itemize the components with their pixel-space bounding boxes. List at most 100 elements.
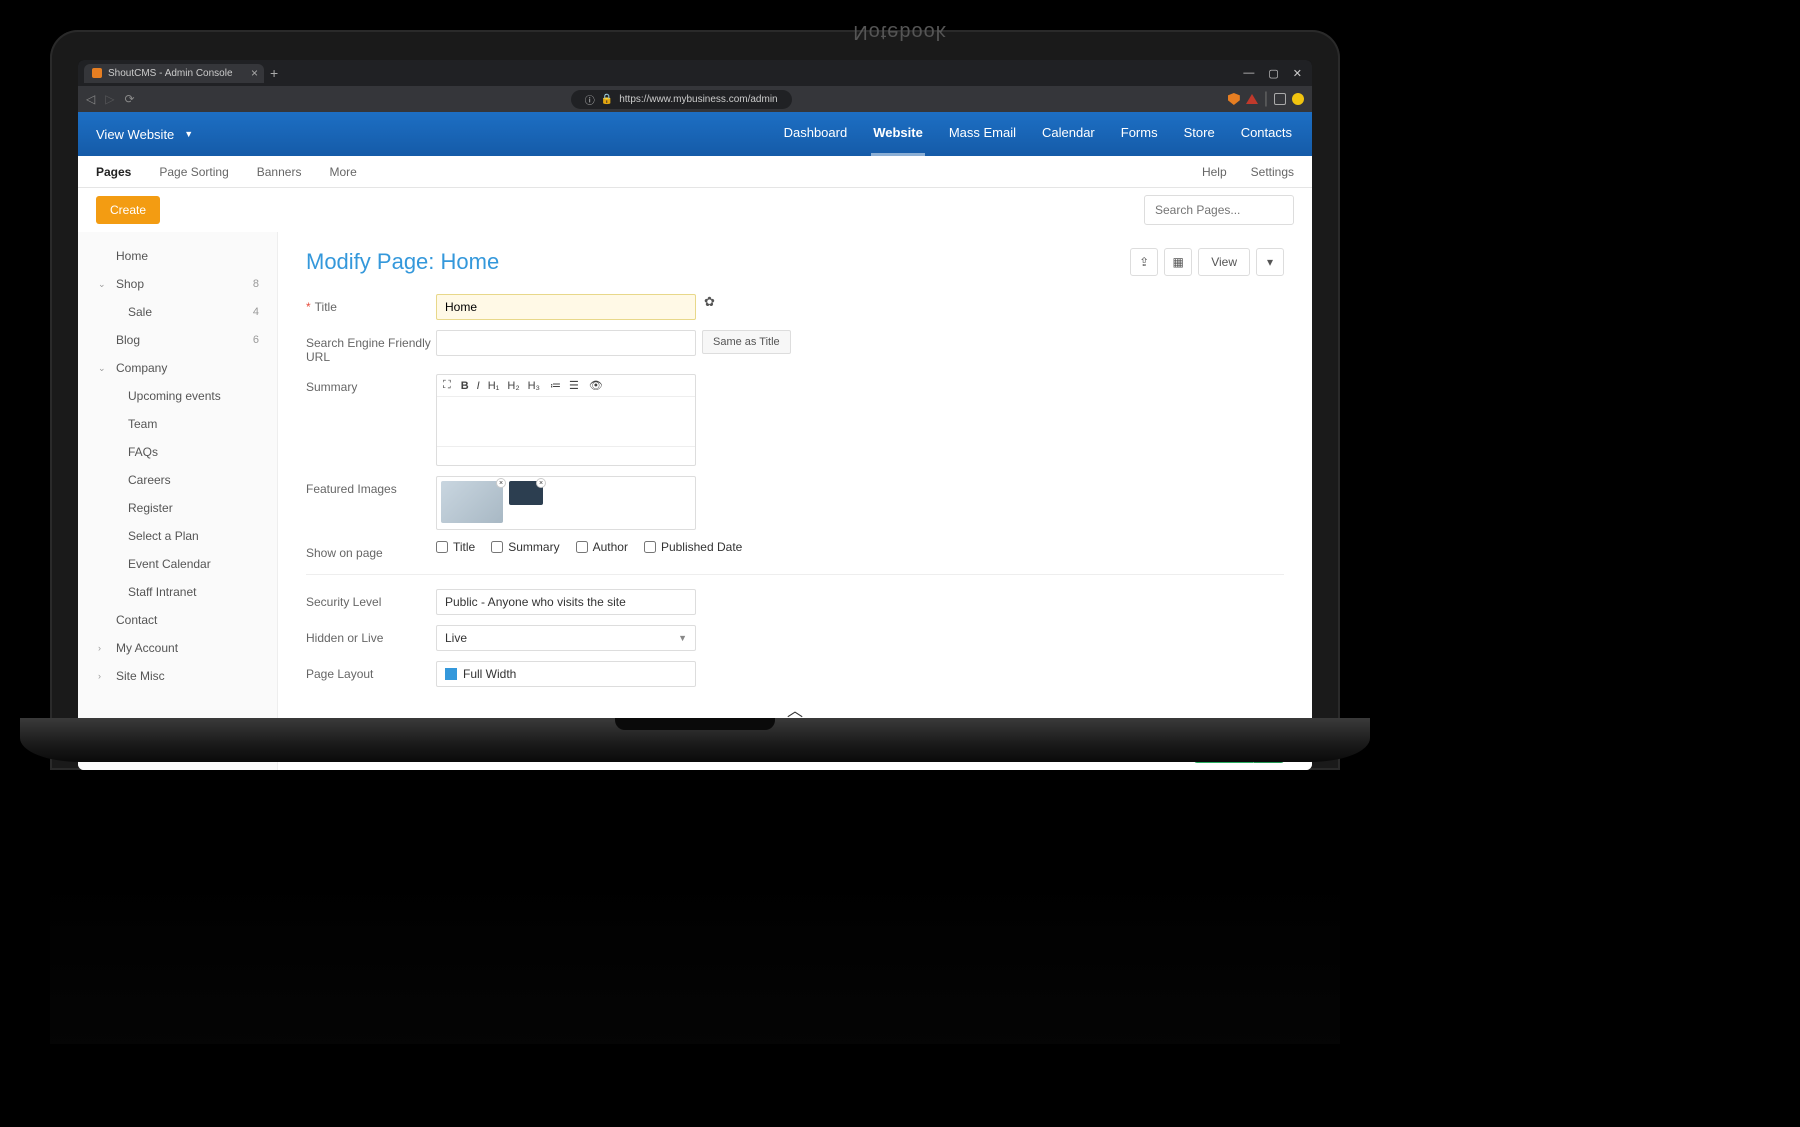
sidebar-item-staff-intranet[interactable]: Staff Intranet (78, 578, 277, 606)
nav-website[interactable]: Website (871, 112, 925, 156)
shield-icon[interactable] (1228, 93, 1240, 105)
editor-textarea[interactable] (437, 397, 695, 447)
layout-swatch-icon (445, 668, 457, 680)
sidebar-item-careers[interactable]: Careers (78, 466, 277, 494)
checkbox-summary[interactable]: Summary (491, 540, 559, 554)
main-content: Modify Page: Home ⇪ ▦ View ▾ *Title ✿ Se… (278, 232, 1312, 770)
address-bar: ◁ ▷ ⟳ ⓘ 🔒 https://www.mybusiness.com/adm… (78, 86, 1312, 112)
sidebar-item-my-account[interactable]: ›My Account (78, 634, 277, 662)
sidebar-item-sale[interactable]: Sale4 (78, 298, 277, 326)
sidebar-item-site-misc[interactable]: ›Site Misc (78, 662, 277, 690)
remove-image-icon[interactable]: × (536, 478, 546, 488)
page-toolbar: Create (78, 188, 1312, 232)
title-input[interactable] (436, 294, 696, 320)
page-title: Modify Page: Home (306, 249, 499, 275)
ul-icon[interactable]: ≔ (550, 379, 561, 392)
expand-icon[interactable]: ⌄ (98, 279, 106, 290)
sidebar-item-register[interactable]: Register (78, 494, 277, 522)
gear-icon[interactable]: ✿ (704, 294, 715, 310)
featured-images-field[interactable]: × × (436, 476, 696, 530)
schedule-button[interactable]: ▦ (1164, 248, 1192, 276)
sidebar-item-team[interactable]: Team (78, 410, 277, 438)
new-tab-button[interactable]: + (270, 65, 278, 81)
chevron-down-icon: ▼ (678, 633, 687, 643)
h3-icon[interactable]: H₃ (528, 380, 540, 392)
view-button[interactable]: View (1198, 248, 1250, 276)
nav-contacts[interactable]: Contacts (1239, 112, 1294, 156)
ol-icon[interactable]: ☰ (569, 379, 579, 392)
url-input[interactable] (436, 330, 696, 356)
sidebar-item-event-calendar[interactable]: Event Calendar (78, 550, 277, 578)
nav-store[interactable]: Store (1182, 112, 1217, 156)
fullscreen-icon[interactable]: ⛶ (443, 379, 451, 392)
extension-icon[interactable] (1246, 94, 1258, 104)
forward-icon[interactable]: ▷ (105, 92, 114, 106)
close-icon[interactable]: × (251, 66, 258, 80)
nav-mass-email[interactable]: Mass Email (947, 112, 1018, 156)
maximize-icon[interactable]: ▢ (1268, 67, 1278, 80)
expand-icon[interactable]: ⌄ (98, 363, 106, 374)
sidebar-item-home[interactable]: Home (78, 242, 277, 270)
sidebar-item-contact[interactable]: Contact (78, 606, 277, 634)
italic-icon[interactable]: I (477, 380, 480, 392)
subtab-page-sorting[interactable]: Page Sorting (159, 165, 228, 179)
top-navbar: View Website ▼ Dashboard Website Mass Emai… (78, 112, 1312, 156)
profile-icon[interactable] (1292, 93, 1304, 105)
sidebar-item-company[interactable]: ⌄Company (78, 354, 277, 382)
info-icon: ⓘ (585, 92, 595, 107)
search-input[interactable] (1144, 195, 1294, 225)
count-badge: 8 (253, 278, 259, 290)
sidebar-item-upcoming-events[interactable]: Upcoming events (78, 382, 277, 410)
layout-select[interactable]: Full Width (436, 661, 696, 687)
checkbox-published-date[interactable]: Published Date (644, 540, 742, 554)
bold-icon[interactable]: B (461, 380, 469, 392)
browser-tab[interactable]: ShoutCMS - Admin Console × (84, 64, 264, 83)
checkbox-author[interactable]: Author (576, 540, 628, 554)
lock-icon: 🔒 (601, 94, 613, 105)
preview-icon[interactable]: 👁 (589, 379, 603, 392)
expand-icon[interactable]: › (98, 671, 101, 681)
security-select[interactable]: Public - Anyone who visits the site (436, 589, 696, 615)
sidebar-item-select-a-plan[interactable]: Select a Plan (78, 522, 277, 550)
sub-navbar: Pages Page Sorting Banners More Help Setting… (78, 156, 1312, 188)
camera-icon[interactable] (1274, 93, 1286, 105)
sidebar-item-blog[interactable]: Blog6 (78, 326, 277, 354)
create-button[interactable]: Create (96, 196, 160, 224)
subtab-more[interactable]: More (329, 165, 356, 179)
h2-icon[interactable]: H₂ (507, 380, 519, 392)
nav-dashboard[interactable]: Dashboard (782, 112, 850, 156)
browser-tab-strip: ShoutCMS - Admin Console × + — ▢ ✕ (78, 60, 1312, 86)
image-thumbnail[interactable]: × (441, 481, 503, 523)
subtab-pages[interactable]: Pages (96, 165, 131, 179)
count-badge: 4 (253, 306, 259, 318)
sidebar-item-faqs[interactable]: FAQs (78, 438, 277, 466)
close-window-icon[interactable]: ✕ (1293, 67, 1302, 80)
page-tree-sidebar: Home⌄Shop8Sale4Blog6⌄CompanyUpcoming eve… (78, 232, 278, 770)
view-website-menu[interactable]: View Website ▼ (96, 127, 193, 142)
checkbox-title[interactable]: Title (436, 540, 475, 554)
sidebar-item-shop[interactable]: ⌄Shop8 (78, 270, 277, 298)
window-controls: — ▢ ✕ (1243, 67, 1312, 80)
remove-image-icon[interactable]: × (496, 478, 506, 488)
summary-editor[interactable]: ⛶ B I H₁ H₂ H₃ ≔ ☰ 👁 (436, 374, 696, 466)
h1-icon[interactable]: H₁ (488, 380, 500, 392)
url-field[interactable]: ⓘ 🔒 https://www.mybusiness.com/admin (571, 90, 792, 109)
favicon-icon (92, 68, 102, 78)
link-help[interactable]: Help (1202, 165, 1227, 179)
share-button[interactable]: ⇪ (1130, 248, 1158, 276)
same-as-title-button[interactable]: Same as Title (702, 330, 791, 354)
nav-forms[interactable]: Forms (1119, 112, 1160, 156)
expand-icon[interactable]: › (98, 643, 101, 653)
subtab-banners[interactable]: Banners (257, 165, 302, 179)
count-badge: 6 (253, 334, 259, 346)
hidden-live-select[interactable]: Live▼ (436, 625, 696, 651)
reload-icon[interactable]: ⟳ (124, 92, 134, 106)
minimize-icon[interactable]: — (1243, 67, 1254, 80)
image-thumbnail[interactable]: × (509, 481, 543, 505)
back-icon[interactable]: ◁ (86, 92, 95, 106)
nav-calendar[interactable]: Calendar (1040, 112, 1097, 156)
tab-title: ShoutCMS - Admin Console (108, 68, 233, 79)
link-settings[interactable]: Settings (1251, 165, 1294, 179)
chevron-down-icon: ▼ (184, 129, 193, 139)
view-dropdown[interactable]: ▾ (1256, 248, 1284, 276)
